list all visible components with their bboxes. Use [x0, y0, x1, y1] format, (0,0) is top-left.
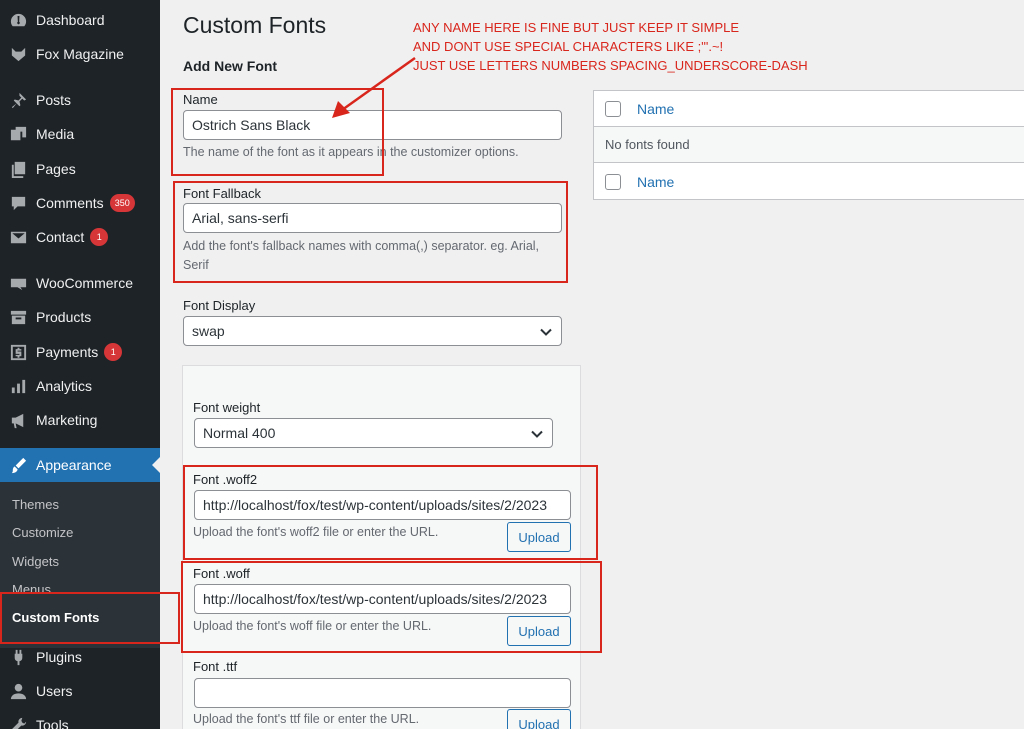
- weight-label: Font weight: [193, 400, 261, 415]
- woo-icon: [0, 274, 36, 293]
- annotation-line: JUST USE LETTERS NUMBERS SPACING_UNDERSC…: [413, 58, 808, 73]
- sidebar-item-users[interactable]: Users: [0, 674, 160, 708]
- fonts-table: Name No fonts found Name: [593, 90, 1024, 200]
- ttf-url-input[interactable]: [194, 678, 571, 708]
- table-footer-row: Name: [594, 164, 1024, 200]
- wrench-icon: [0, 716, 36, 729]
- select-all-checkbox[interactable]: [605, 100, 621, 117]
- highlight-box-fallback: [173, 181, 568, 283]
- ttf-label: Font .ttf: [193, 659, 238, 674]
- sidebar-item-appearance[interactable]: Appearance: [0, 448, 160, 482]
- ttf-description: Upload the font's ttf file or enter the …: [193, 712, 420, 726]
- sidebar-item-label: Products: [36, 309, 92, 325]
- annotation-note: ANY NAME HERE IS FINE BUT JUST KEEP IT S…: [413, 18, 808, 75]
- highlight-box-custom-fonts: [0, 592, 180, 644]
- submenu-item-themes[interactable]: Themes: [12, 497, 59, 512]
- sidebar-item-fox-magazine[interactable]: Fox Magazine: [0, 37, 160, 71]
- chevron-down-icon: [540, 328, 552, 336]
- sidebar-item-label: Tools: [36, 717, 69, 729]
- sidebar-item-label: Appearance: [36, 457, 112, 473]
- sidebar-item-products[interactable]: Products: [0, 300, 160, 334]
- sidebar-item-label: Posts: [36, 92, 72, 108]
- megaphone-icon: [0, 411, 36, 430]
- submenu-item-customize[interactable]: Customize: [12, 525, 73, 540]
- highlight-box-woff: [181, 561, 602, 653]
- payments-count-badge: 1: [104, 343, 123, 361]
- sidebar-item-label: Analytics: [36, 378, 93, 394]
- sidebar-item-label: Payments: [36, 344, 99, 360]
- dollar-icon: [0, 343, 36, 362]
- bar-chart-icon: [0, 377, 36, 396]
- annotation-line: AND DONT USE SPECIAL CHARACTERS LIKE ;"'…: [413, 39, 724, 54]
- comment-count-badge: 350: [109, 194, 135, 212]
- plug-icon: [0, 648, 36, 667]
- sidebar-item-dashboard[interactable]: Dashboard: [0, 3, 160, 37]
- sidebar-item-payments[interactable]: Payments 1: [0, 335, 160, 369]
- sidebar-item-label: Dashboard: [36, 12, 105, 28]
- sidebar-item-posts[interactable]: Posts: [0, 83, 160, 117]
- sidebar-item-marketing[interactable]: Marketing: [0, 403, 160, 437]
- sidebar-item-label: Users: [36, 683, 73, 699]
- table-row: No fonts found: [594, 127, 1024, 163]
- sidebar-item-woocommerce[interactable]: WooCommerce: [0, 266, 160, 300]
- comment-icon: [0, 194, 36, 213]
- chevron-down-icon: [531, 430, 543, 438]
- sidebar-item-label: Pages: [36, 161, 76, 177]
- sidebar-item-label: Comments: [36, 195, 104, 211]
- weight-select-value: Normal 400: [203, 425, 276, 441]
- sidebar-item-label: Marketing: [36, 412, 98, 428]
- sidebar-item-label: Media: [36, 126, 75, 142]
- sidebar-item-media[interactable]: Media: [0, 117, 160, 151]
- pages-icon: [0, 160, 36, 179]
- user-icon: [0, 682, 36, 701]
- mail-icon: [0, 228, 36, 247]
- sidebar-item-comments[interactable]: Comments 350: [0, 186, 160, 220]
- highlight-box-woff2: [183, 465, 598, 560]
- table-header-row: Name: [594, 91, 1024, 127]
- contact-count-badge: 1: [90, 228, 109, 246]
- sidebar-item-tools[interactable]: Tools: [0, 708, 160, 729]
- brush-icon: [0, 456, 36, 475]
- display-select[interactable]: swap: [183, 316, 562, 346]
- ttf-upload-button[interactable]: Upload: [507, 709, 571, 729]
- annotation-line: ANY NAME HERE IS FINE BUT JUST KEEP IT S…: [413, 20, 740, 35]
- sidebar-item-label: Plugins: [36, 649, 82, 665]
- sidebar-item-label: Fox Magazine: [36, 46, 124, 62]
- display-label: Font Display: [183, 298, 256, 313]
- name-column-header[interactable]: Name: [637, 101, 674, 117]
- no-fonts-message: No fonts found: [605, 137, 690, 152]
- weight-select[interactable]: Normal 400: [194, 418, 553, 448]
- page-title: Custom Fonts: [183, 12, 327, 38]
- sidebar-item-label: Contact: [36, 229, 85, 245]
- fox-icon: [0, 45, 36, 64]
- pin-icon: [0, 91, 36, 110]
- name-column-footer[interactable]: Name: [637, 174, 674, 190]
- highlight-box-name: [171, 88, 384, 176]
- section-title: Add New Font: [183, 58, 278, 74]
- sidebar-item-plugins[interactable]: Plugins: [0, 640, 160, 674]
- sidebar-item-label: WooCommerce: [36, 275, 133, 291]
- display-select-value: swap: [192, 323, 225, 339]
- dashboard-icon: [0, 11, 36, 30]
- submenu-item-widgets[interactable]: Widgets: [12, 554, 59, 569]
- select-all-checkbox-footer[interactable]: [605, 174, 621, 190]
- media-icon: [0, 125, 36, 144]
- sidebar-item-contact[interactable]: Contact 1: [0, 220, 160, 254]
- sidebar-item-analytics[interactable]: Analytics: [0, 369, 160, 403]
- sidebar-item-pages[interactable]: Pages: [0, 152, 160, 186]
- archive-icon: [0, 308, 36, 327]
